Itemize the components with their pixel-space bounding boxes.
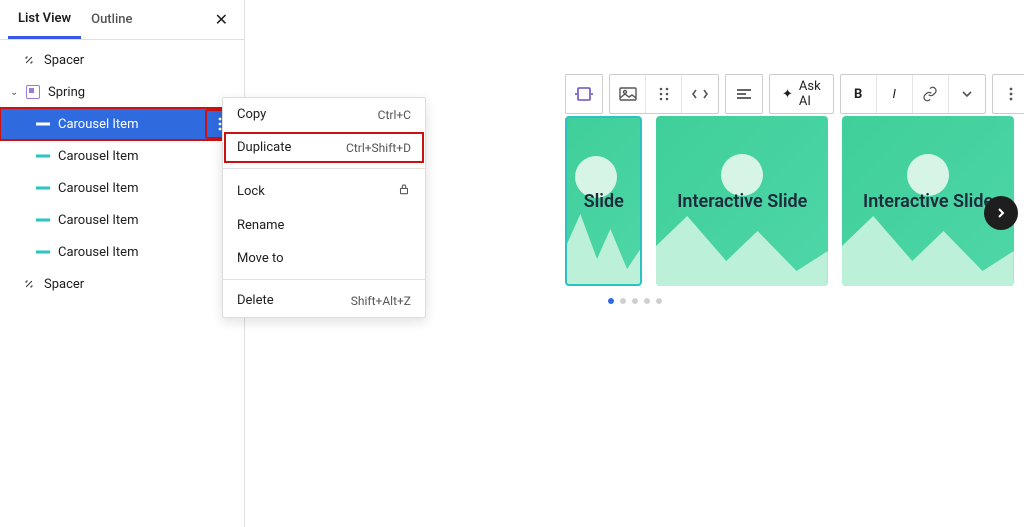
ctx-lock[interactable]: Lock [223, 173, 425, 209]
ctx-shortcut: Shift+Alt+Z [351, 294, 411, 308]
close-icon[interactable]: ✕ [207, 6, 236, 33]
chevron-down-icon[interactable] [949, 75, 985, 113]
separator [223, 168, 425, 169]
ask-ai-label: Ask AI [799, 79, 821, 109]
ctx-label: Copy [237, 107, 266, 122]
tree-label: Carousel Item [58, 117, 206, 132]
ctx-rename[interactable]: Rename [223, 209, 425, 242]
carousel-dot[interactable] [620, 298, 626, 304]
tree-item-spring[interactable]: ⌄ Spring [0, 76, 244, 108]
carousel-dot[interactable] [644, 298, 650, 304]
tree-label: Spacer [44, 277, 234, 292]
ask-ai-button[interactable]: ✦ Ask AI [770, 75, 833, 113]
tree-label: Spacer [44, 53, 234, 68]
move-arrows-icon[interactable] [682, 75, 718, 113]
carousel-dot[interactable] [632, 298, 638, 304]
carousel-item-icon [34, 119, 52, 129]
chevron-down-icon: ⌄ [10, 87, 24, 98]
ctx-duplicate[interactable]: Duplicate Ctrl+Shift+D [223, 131, 425, 164]
slide-caption: Interactive Slide [863, 191, 993, 212]
block-toolbar: ✦ Ask AI B I [565, 74, 1024, 114]
block-tree: Spacer ⌄ Spring Carousel Item Carousel I… [0, 40, 244, 304]
carousel-dots [608, 298, 662, 304]
bold-button[interactable]: B [841, 75, 877, 113]
carousel-item-icon [34, 247, 52, 257]
ctx-shortcut: Ctrl+C [378, 108, 411, 122]
tree-item-carousel[interactable]: Carousel Item [0, 236, 244, 268]
italic-button[interactable]: I [877, 75, 913, 113]
ctx-label: Duplicate [237, 140, 291, 155]
more-options-icon[interactable] [993, 75, 1024, 113]
lock-icon [397, 182, 411, 200]
carousel-dot[interactable] [656, 298, 662, 304]
spring-icon [24, 85, 42, 99]
carousel-item-icon [34, 183, 52, 193]
carousel-slide[interactable]: Slide [565, 116, 642, 286]
separator [223, 279, 425, 280]
link-button[interactable] [913, 75, 949, 113]
tree-label: Spring [48, 85, 234, 100]
ctx-label: Lock [237, 184, 265, 199]
drag-handle-icon[interactable] [646, 75, 682, 113]
ctx-moveto[interactable]: Move to [223, 242, 425, 275]
tree-label: Carousel Item [58, 213, 234, 228]
ctx-shortcut: Ctrl+Shift+D [346, 141, 411, 155]
context-menu: Copy Ctrl+C Duplicate Ctrl+Shift+D Lock … [222, 97, 426, 318]
tab-outline[interactable]: Outline [81, 2, 142, 37]
slide-caption: Interactive Slide [677, 191, 807, 212]
tree-item-carousel-selected[interactable]: Carousel Item [0, 108, 244, 140]
tree-item-carousel[interactable]: Carousel Item [0, 172, 244, 204]
carousel-next-button[interactable] [984, 196, 1018, 230]
tree-item-spacer[interactable]: Spacer [0, 268, 244, 300]
tree-label: Carousel Item [58, 181, 234, 196]
tree-item-spacer[interactable]: Spacer [0, 44, 244, 76]
ctx-copy[interactable]: Copy Ctrl+C [223, 98, 425, 131]
slide-caption: Slide [584, 191, 624, 212]
ctx-delete[interactable]: Delete Shift+Alt+Z [223, 284, 425, 317]
image-icon[interactable] [610, 75, 646, 113]
tab-list-view[interactable]: List View [8, 1, 81, 39]
carousel-dot[interactable] [608, 298, 614, 304]
sidebar-tabs: List View Outline ✕ [0, 0, 244, 40]
carousel-item-icon [34, 151, 52, 161]
tree-item-carousel[interactable]: Carousel Item [0, 204, 244, 236]
tree-label: Carousel Item [58, 149, 234, 164]
ctx-label: Delete [237, 293, 274, 308]
carousel-slides: Slide Interactive Slide Interactive Slid… [565, 116, 1014, 286]
tree-item-carousel[interactable]: Carousel Item [0, 140, 244, 172]
ctx-label: Rename [237, 218, 284, 233]
spacer-icon [20, 53, 38, 67]
align-icon[interactable] [726, 75, 762, 113]
sparkle-icon: ✦ [782, 87, 793, 102]
tree-label: Carousel Item [58, 245, 234, 260]
carousel-item-icon [34, 215, 52, 225]
block-type-button[interactable] [566, 75, 602, 113]
carousel-slide[interactable]: Interactive Slide [656, 116, 828, 286]
sidebar: List View Outline ✕ Spacer ⌄ Spring Caro… [0, 0, 245, 527]
spacer-icon [20, 277, 38, 291]
ctx-label: Move to [237, 251, 284, 266]
